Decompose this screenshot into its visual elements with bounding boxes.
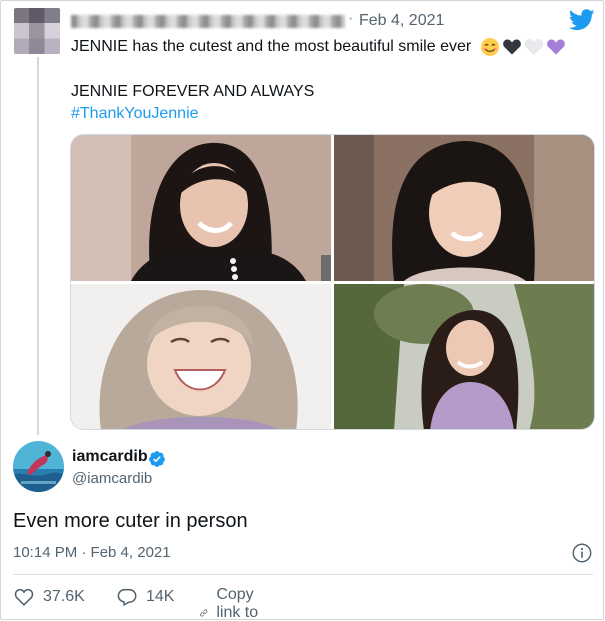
copy-link-label: Copy link to Tweet [216,586,259,621]
photo-4-illustration [334,284,594,429]
author-avatar[interactable] [13,441,64,492]
tweet-timestamp[interactable]: 10:14 PM · Feb 4, 2021 [13,544,171,561]
author-name[interactable]: iamcardib [72,448,148,466]
photo-1-illustration [71,135,331,281]
parent-avatar[interactable] [14,8,60,54]
thread-connector-line [37,57,39,435]
link-icon [200,609,208,617]
separator-dot: · [348,10,354,27]
emoji-row [480,37,566,57]
white-heart-icon [524,39,543,55]
author-avatar-image [13,441,64,492]
like-button[interactable]: 37.6K [13,586,85,608]
photo-grid [70,134,595,430]
hashtag-link[interactable]: #ThankYouJennie [71,104,199,124]
photo-2[interactable] [334,135,594,281]
tweet-text: Even more cuter in person [13,510,248,532]
twitter-bird-icon[interactable] [569,9,595,31]
parent-tweet-date[interactable]: Feb 4, 2021 [359,12,444,30]
author-handle[interactable]: @iamcardib [72,470,152,487]
parent-tweet-header: · Feb 4, 2021 [71,10,501,32]
parent-tweet-line2: JENNIE FOREVER AND ALWAYS [71,83,315,100]
photo-2-illustration [334,135,594,281]
smiling-face-with-heart-eyes-icon [480,38,499,56]
blurred-parent-username [71,15,345,28]
divider [13,574,593,575]
like-count: 37.6K [43,588,85,605]
reply-button[interactable]: 14K [116,586,174,608]
reply-bubble-icon [117,588,137,606]
black-heart-icon [502,39,521,55]
purple-heart-icon [546,39,565,55]
verified-badge-icon [149,451,165,467]
parent-tweet-text: JENNIE has the cutest and the most beaut… [71,37,591,57]
photo-4[interactable] [334,284,594,429]
embedded-tweet-card: · Feb 4, 2021 JENNIE has the cutest and … [0,0,604,621]
reply-count: 14K [146,588,175,605]
info-icon[interactable] [571,542,593,564]
photo-3-illustration [71,284,331,429]
parent-tweet-body: JENNIE has the cutest and the most beaut… [71,38,472,56]
heart-icon [14,588,34,606]
photo-1[interactable] [71,135,331,281]
copy-link-button[interactable]: Copy link to Tweet [199,586,272,621]
photo-3[interactable] [71,284,331,429]
